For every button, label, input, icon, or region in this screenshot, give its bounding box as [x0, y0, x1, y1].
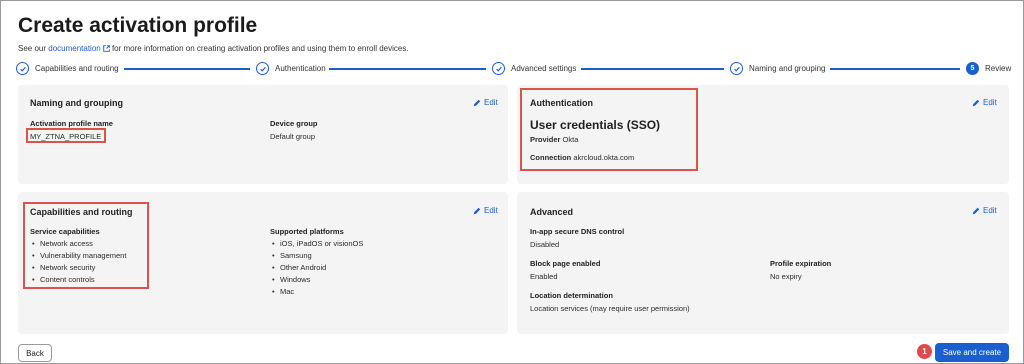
profile-expiration-value: No expiry	[770, 272, 802, 281]
step-naming-and-grouping[interactable]: Naming and grouping	[730, 62, 826, 75]
check-icon	[16, 62, 29, 75]
supported-platforms-label: Supported platforms	[270, 227, 344, 236]
step-connector	[830, 68, 960, 70]
documentation-link[interactable]: documentation	[48, 44, 100, 53]
dns-control-label: In-app secure DNS control	[530, 227, 625, 236]
highlight-box	[520, 88, 698, 171]
location-determination-value: Location services (may require user perm…	[530, 304, 690, 313]
save-and-create-button[interactable]: Save and create	[935, 343, 1009, 362]
step-number-badge: 5	[966, 62, 979, 75]
back-button[interactable]: Back	[18, 344, 52, 362]
edit-naming-button[interactable]: Edit	[473, 98, 498, 107]
step-capabilities-and-routing[interactable]: Capabilities and routing	[16, 62, 119, 75]
card-title: Advanced	[530, 207, 574, 217]
step-label: Advanced settings	[511, 64, 577, 73]
check-icon	[256, 62, 269, 75]
location-determination-label: Location determination	[530, 291, 613, 300]
highlight-box	[26, 128, 106, 143]
block-page-value: Enabled	[530, 272, 558, 281]
card-title: Naming and grouping	[30, 98, 123, 108]
edit-capabilities-button[interactable]: Edit	[473, 206, 498, 215]
edit-authentication-button[interactable]: Edit	[972, 98, 997, 107]
edit-advanced-button[interactable]: Edit	[972, 206, 997, 215]
page-title: Create activation profile	[18, 14, 258, 37]
list-item: Mac	[272, 287, 363, 299]
check-icon	[730, 62, 743, 75]
step-annotation-badge: 1	[917, 344, 932, 359]
step-label: Authentication	[275, 64, 326, 73]
step-connector	[581, 68, 724, 70]
step-authentication[interactable]: Authentication	[256, 62, 326, 75]
external-link-icon[interactable]	[102, 45, 110, 52]
step-label: Capabilities and routing	[35, 64, 119, 73]
block-page-label: Block page enabled	[530, 259, 601, 268]
step-label: Naming and grouping	[749, 64, 826, 73]
list-item: Samsung	[272, 251, 363, 263]
edit-label: Edit	[484, 98, 498, 107]
dns-control-value: Disabled	[530, 240, 560, 249]
step-review[interactable]: 5 Review	[966, 62, 1011, 75]
pencil-icon	[972, 207, 980, 214]
check-icon	[492, 62, 505, 75]
profile-expiration-label: Profile expiration	[770, 259, 832, 268]
list-item: Windows	[272, 275, 363, 287]
pencil-icon	[972, 99, 980, 106]
step-label: Review	[985, 64, 1012, 73]
supported-platforms-list: iOS, iPadOS or visionOS Samsung Other An…	[272, 239, 363, 299]
step-connector	[124, 68, 250, 70]
step-advanced-settings[interactable]: Advanced settings	[492, 62, 576, 75]
edit-label: Edit	[484, 206, 498, 215]
subtitle-prefix: See our	[18, 44, 49, 53]
list-item: iOS, iPadOS or visionOS	[272, 239, 363, 251]
step-connector	[329, 68, 486, 70]
device-group-label: Device group	[270, 119, 318, 128]
advanced-card: Advanced Edit In-app secure DNS control …	[517, 192, 1009, 334]
device-group-value: Default group	[270, 132, 316, 141]
list-item: Other Android	[272, 263, 363, 275]
pencil-icon	[473, 207, 481, 214]
progress-stepper: Capabilities and routing Authentication …	[16, 62, 1012, 76]
highlight-box	[23, 202, 149, 289]
edit-label: Edit	[983, 206, 997, 215]
edit-label: Edit	[983, 98, 997, 107]
profile-name-label: Activation profile name	[30, 119, 113, 128]
page-subtitle: See our documentation for more informati…	[18, 44, 409, 53]
pencil-icon	[473, 99, 481, 106]
subtitle-suffix: for more information on creating activat…	[109, 44, 409, 53]
